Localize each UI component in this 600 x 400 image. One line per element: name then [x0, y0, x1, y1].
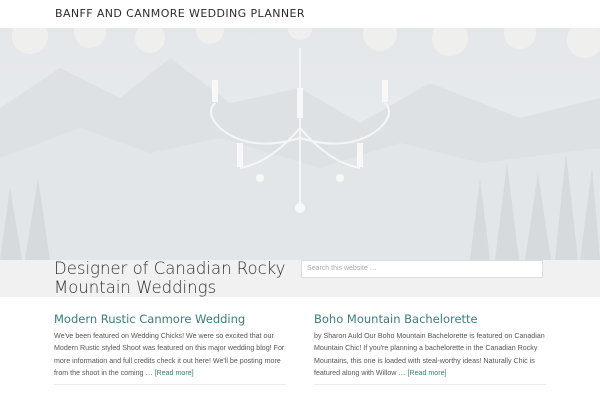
search-input[interactable]: Search this website … [301, 260, 543, 278]
post-excerpt: by Sharon Auld Our Boho Mountain Bachelo… [314, 330, 546, 380]
site-tagline: Designer of Canadian Rocky Mountain Wedd… [54, 259, 286, 297]
hero-image [0, 28, 600, 260]
site-title-link[interactable]: BANFF AND CANMORE WEDDING PLANNER [55, 7, 305, 20]
post-title-link[interactable]: Modern Rustic Canmore Wedding [54, 312, 286, 326]
read-more-link[interactable]: [Read more] [407, 369, 446, 377]
read-more-link[interactable]: [Read more] [155, 369, 194, 377]
post-card: Boho Mountain Bachelorette by Sharon Aul… [314, 312, 546, 380]
post-divider [54, 384, 286, 385]
hero-photo-graphic [0, 28, 600, 260]
post-title-link[interactable]: Boho Mountain Bachelorette [314, 312, 546, 326]
post-card: Modern Rustic Canmore Wedding We've been… [54, 312, 286, 380]
post-excerpt: We've been featured on Wedding Chicks! W… [54, 330, 286, 380]
post-divider [314, 384, 546, 385]
site-header: BANFF AND CANMORE WEDDING PLANNER [0, 0, 600, 28]
